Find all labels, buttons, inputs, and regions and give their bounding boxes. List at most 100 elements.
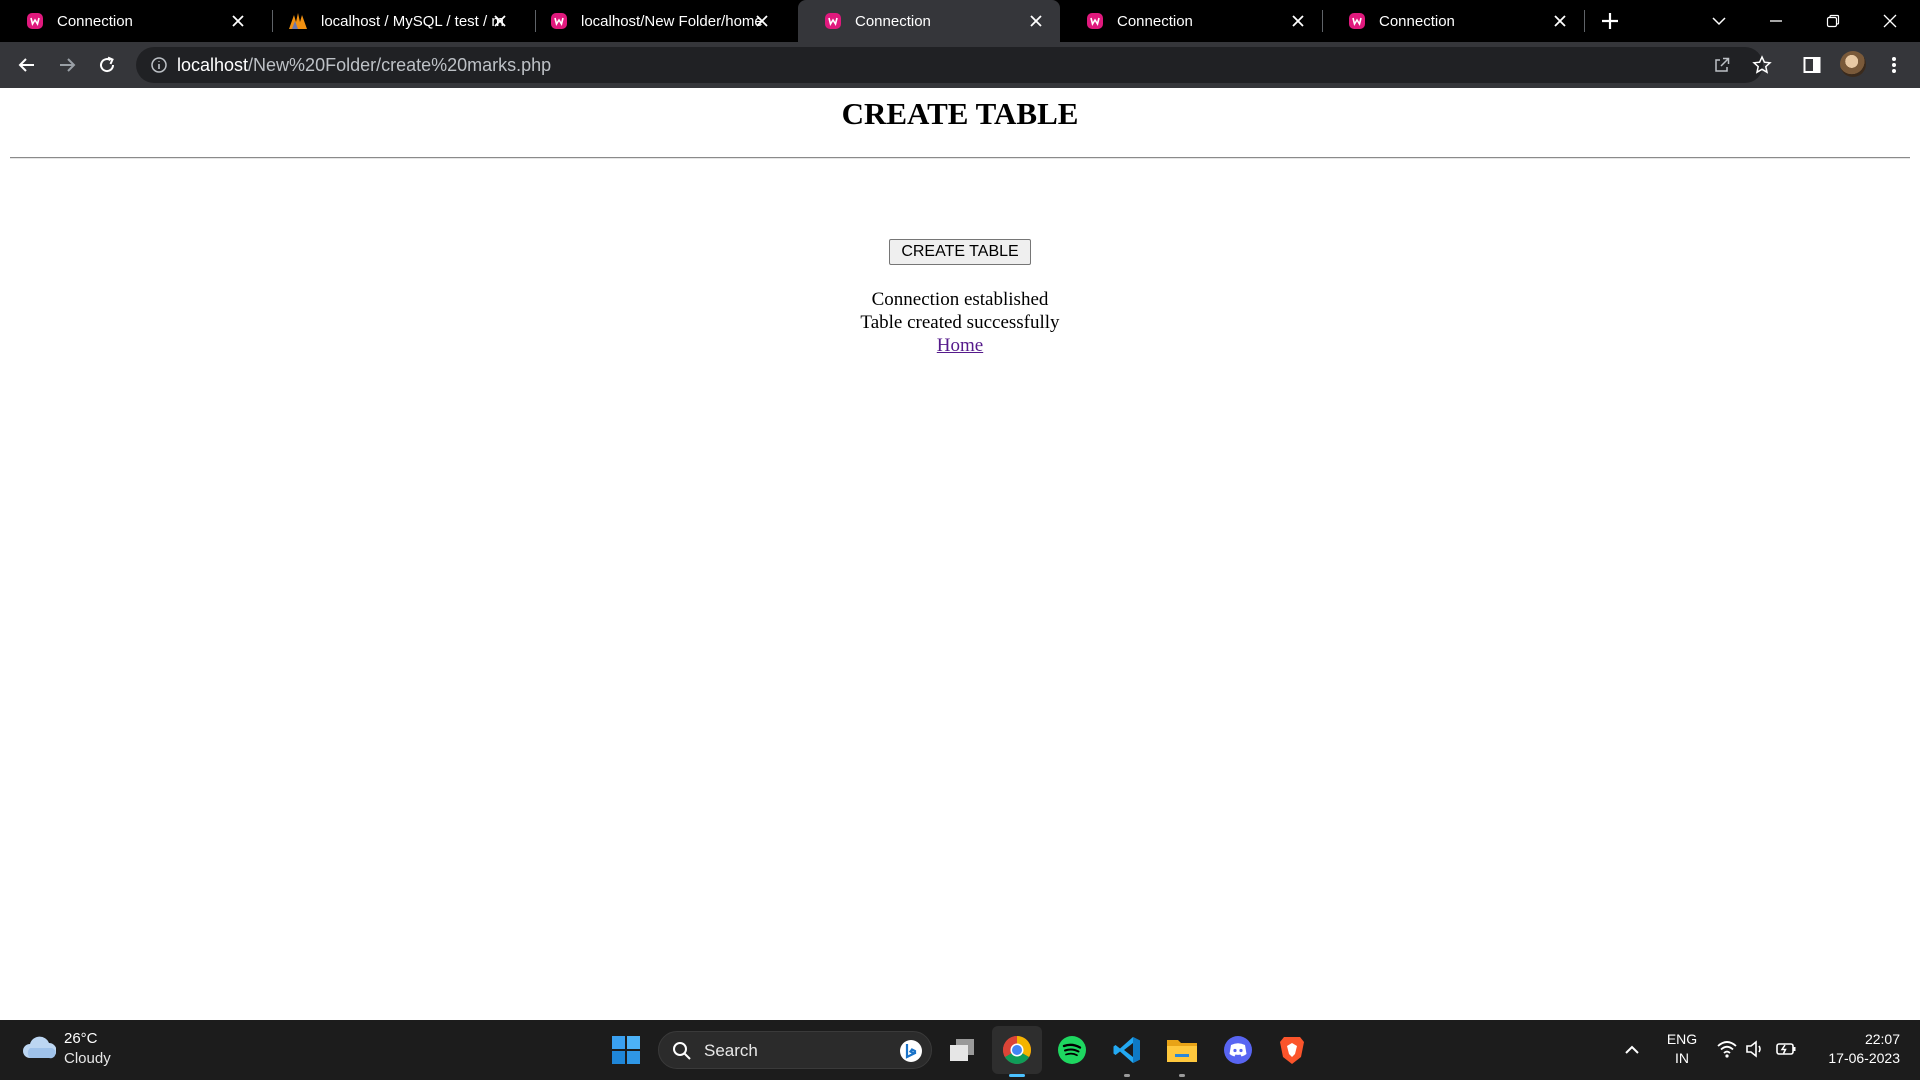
taskbar-vscode[interactable] — [1110, 1033, 1144, 1067]
horizontal-rule — [10, 157, 1910, 159]
address-bar[interactable]: localhost/New%20Folder/create%20marks.ph… — [136, 47, 1772, 83]
taskbar-chrome[interactable] — [1000, 1033, 1034, 1067]
discord-icon — [1224, 1036, 1252, 1064]
wamp-icon — [825, 13, 841, 29]
menu-button[interactable] — [1882, 53, 1906, 77]
share-icon[interactable] — [1712, 55, 1732, 75]
restore-icon — [1826, 14, 1840, 28]
tab-connection-active[interactable]: Connection — [798, 0, 1060, 42]
info-icon[interactable] — [150, 56, 168, 74]
taskbar-search[interactable]: Search — [658, 1031, 932, 1069]
close-icon — [1883, 14, 1897, 28]
tab-connection-1[interactable]: Connection — [0, 0, 262, 42]
back-button[interactable] — [15, 53, 39, 77]
close-icon[interactable] — [1026, 11, 1046, 31]
taskbar-discord[interactable] — [1221, 1033, 1255, 1067]
cloud-icon[interactable] — [22, 1034, 56, 1060]
new-tab-button[interactable] — [1598, 9, 1622, 33]
tab-home[interactable]: localhost/New Folder/home — [524, 0, 786, 42]
wamp-icon — [1349, 13, 1365, 29]
profile-avatar[interactable] — [1840, 51, 1866, 77]
url-host: localhost — [177, 55, 249, 75]
tab-title: Connection — [1117, 12, 1193, 30]
task-view-icon — [950, 1039, 974, 1061]
reload-button[interactable] — [95, 53, 119, 77]
tab-strip: Connection localhost / MySQL / test / ma… — [0, 0, 1920, 42]
reload-icon — [100, 56, 115, 73]
restore-button[interactable] — [1820, 8, 1846, 34]
table-status-text: Table created successfully — [860, 312, 1060, 333]
close-icon[interactable] — [752, 11, 772, 31]
running-indicator — [1124, 1074, 1130, 1077]
kebab-menu-icon — [1892, 57, 1896, 73]
home-link[interactable]: Home — [937, 335, 983, 356]
taskbar-task-view[interactable] — [945, 1033, 979, 1067]
tab-title: Connection — [855, 12, 931, 30]
minimize-icon — [1770, 20, 1782, 22]
brave-icon — [1280, 1037, 1304, 1064]
minimize-button[interactable] — [1763, 8, 1789, 34]
clock-time: 22:07 — [1864, 1031, 1900, 1047]
close-icon[interactable] — [490, 11, 510, 31]
weather-temperature[interactable]: 26°C — [64, 1030, 98, 1047]
tab-connection-6[interactable]: Connection — [1322, 0, 1584, 42]
spotify-icon — [1058, 1036, 1086, 1064]
clock-date: 17-06-2023 — [1828, 1050, 1900, 1066]
close-icon[interactable] — [1550, 11, 1570, 31]
volume-icon[interactable] — [1744, 1038, 1766, 1060]
battery-icon[interactable] — [1775, 1038, 1797, 1060]
tab-connection-5[interactable]: Connection — [1060, 0, 1322, 42]
forward-button[interactable] — [55, 53, 79, 77]
start-button[interactable] — [609, 1033, 643, 1067]
url-text[interactable]: localhost/New%20Folder/create%20marks.ph… — [177, 55, 551, 76]
taskbar-spotify[interactable] — [1055, 1033, 1089, 1067]
result-messages: Connection established Table created suc… — [0, 288, 1920, 357]
plus-icon — [1602, 13, 1618, 29]
language-secondary: IN — [1675, 1050, 1689, 1066]
arrow-left-icon — [18, 58, 34, 72]
create-table-button[interactable]: CREATE TABLE — [889, 239, 1031, 265]
tab-title: Connection — [57, 12, 133, 30]
page-content: CREATE TABLE CREATE TABLE Connection est… — [0, 88, 1920, 1020]
chrome-icon — [1003, 1036, 1031, 1064]
wifi-icon[interactable] — [1716, 1038, 1738, 1060]
search-icon — [673, 1042, 691, 1060]
tab-separator — [1584, 10, 1585, 32]
browser-toolbar: localhost/New%20Folder/create%20marks.ph… — [0, 42, 1920, 88]
phpmyadmin-icon — [289, 13, 307, 29]
page-title: CREATE TABLE — [841, 96, 1079, 131]
wamp-icon — [1087, 13, 1103, 29]
wamp-icon — [551, 13, 567, 29]
language-primary: ENG — [1666, 1031, 1698, 1047]
tab-phpmyadmin[interactable]: localhost / MySQL / test / marks | phpMy… — [262, 0, 524, 42]
side-panel-icon — [1803, 57, 1821, 73]
weather-condition[interactable]: Cloudy — [64, 1050, 111, 1067]
close-window-button[interactable] — [1877, 8, 1903, 34]
folder-icon — [1167, 1040, 1197, 1062]
chevron-down-icon — [1712, 17, 1726, 26]
chevron-up-icon[interactable] — [1620, 1038, 1644, 1062]
taskbar-brave[interactable] — [1275, 1033, 1309, 1067]
bookmark-star-icon[interactable] — [1752, 55, 1772, 75]
tab-title: localhost/New Folder/home — [581, 12, 763, 30]
vscode-icon — [1113, 1037, 1140, 1063]
arrow-right-icon — [60, 58, 76, 72]
language-indicator[interactable]: ENG IN — [1664, 1030, 1700, 1068]
active-indicator — [1009, 1074, 1025, 1077]
system-clock[interactable]: 22:07 17-06-2023 — [1828, 1030, 1900, 1068]
connection-status-text: Connection established — [871, 289, 1049, 310]
bing-icon[interactable] — [899, 1039, 923, 1063]
windows-logo-icon — [612, 1036, 640, 1064]
running-indicator — [1179, 1074, 1185, 1077]
taskbar: 26°C Cloudy Search ENG IN 22:07 17-06-20… — [0, 1020, 1920, 1080]
taskbar-file-explorer[interactable] — [1165, 1033, 1199, 1067]
search-label: Search — [704, 1041, 758, 1060]
url-path: /New%20Folder/create%20marks.php — [248, 55, 552, 75]
tab-title: localhost / MySQL / test / marks | phpMy… — [321, 12, 504, 30]
close-icon[interactable] — [1288, 11, 1308, 31]
tab-title: Connection — [1379, 12, 1455, 30]
close-icon[interactable] — [228, 11, 248, 31]
side-panel-button[interactable] — [1800, 53, 1824, 77]
tab-search-button[interactable] — [1706, 8, 1732, 34]
wamp-icon — [27, 13, 43, 29]
